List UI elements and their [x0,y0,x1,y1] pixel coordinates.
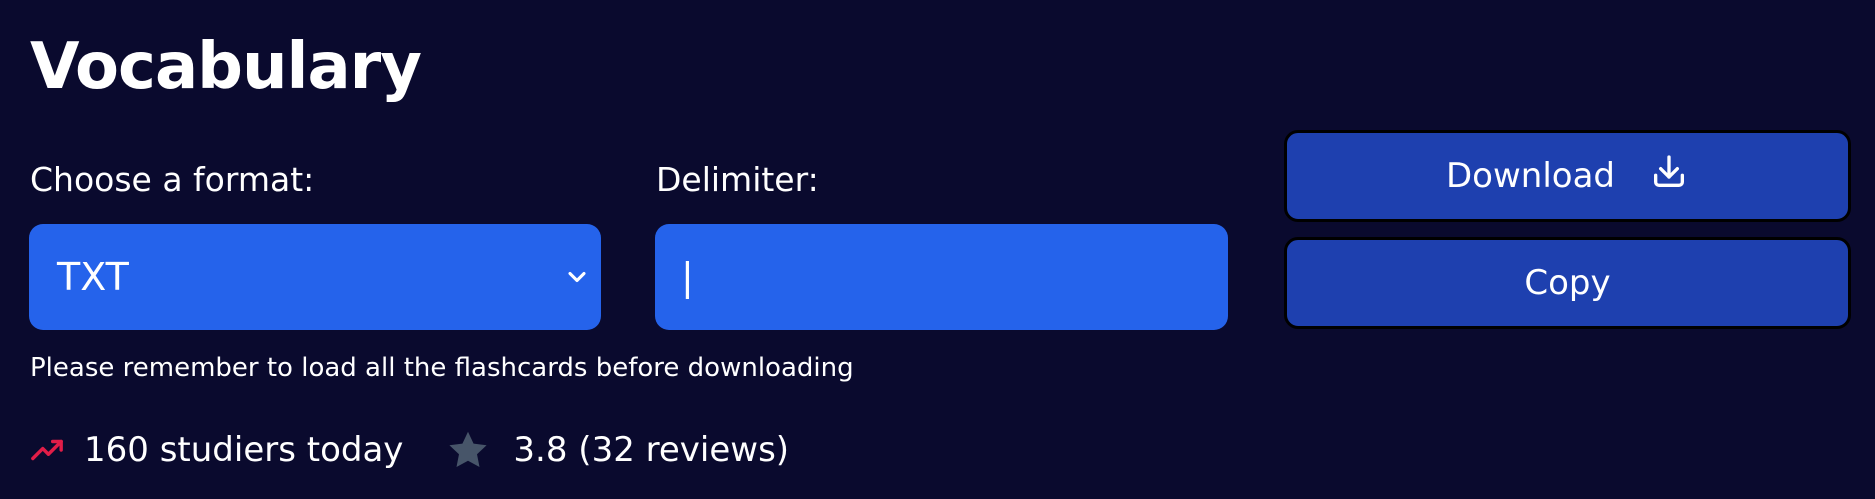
download-button[interactable]: Download [1284,130,1851,222]
star-icon [449,431,488,468]
page-title: Vocabulary [30,30,422,104]
download-button-label: Download [1445,156,1615,196]
load-flashcards-note: Please remember to load all the flashcar… [30,353,854,383]
download-icon [1654,155,1684,187]
format-selected-value: TXT [57,255,129,299]
copy-button-label: Copy [1524,263,1611,303]
rating-text: 3.8 (32 reviews) [513,430,790,470]
copy-button[interactable]: Copy [1284,237,1851,329]
stats-bar: 160 studiers today 3.8 (32 reviews) [30,424,789,476]
delimiter-label: Delimiter: [656,160,819,199]
export-panel: Vocabulary Choose a format: Delimiter: T… [0,0,1875,499]
format-select[interactable]: TXT [29,224,601,330]
studiers-count: 160 studiers today [84,430,404,470]
chevron-down-icon [568,271,586,283]
delimiter-input[interactable] [655,224,1228,330]
trending-up-icon [31,439,63,461]
format-label: Choose a format: [30,160,315,199]
